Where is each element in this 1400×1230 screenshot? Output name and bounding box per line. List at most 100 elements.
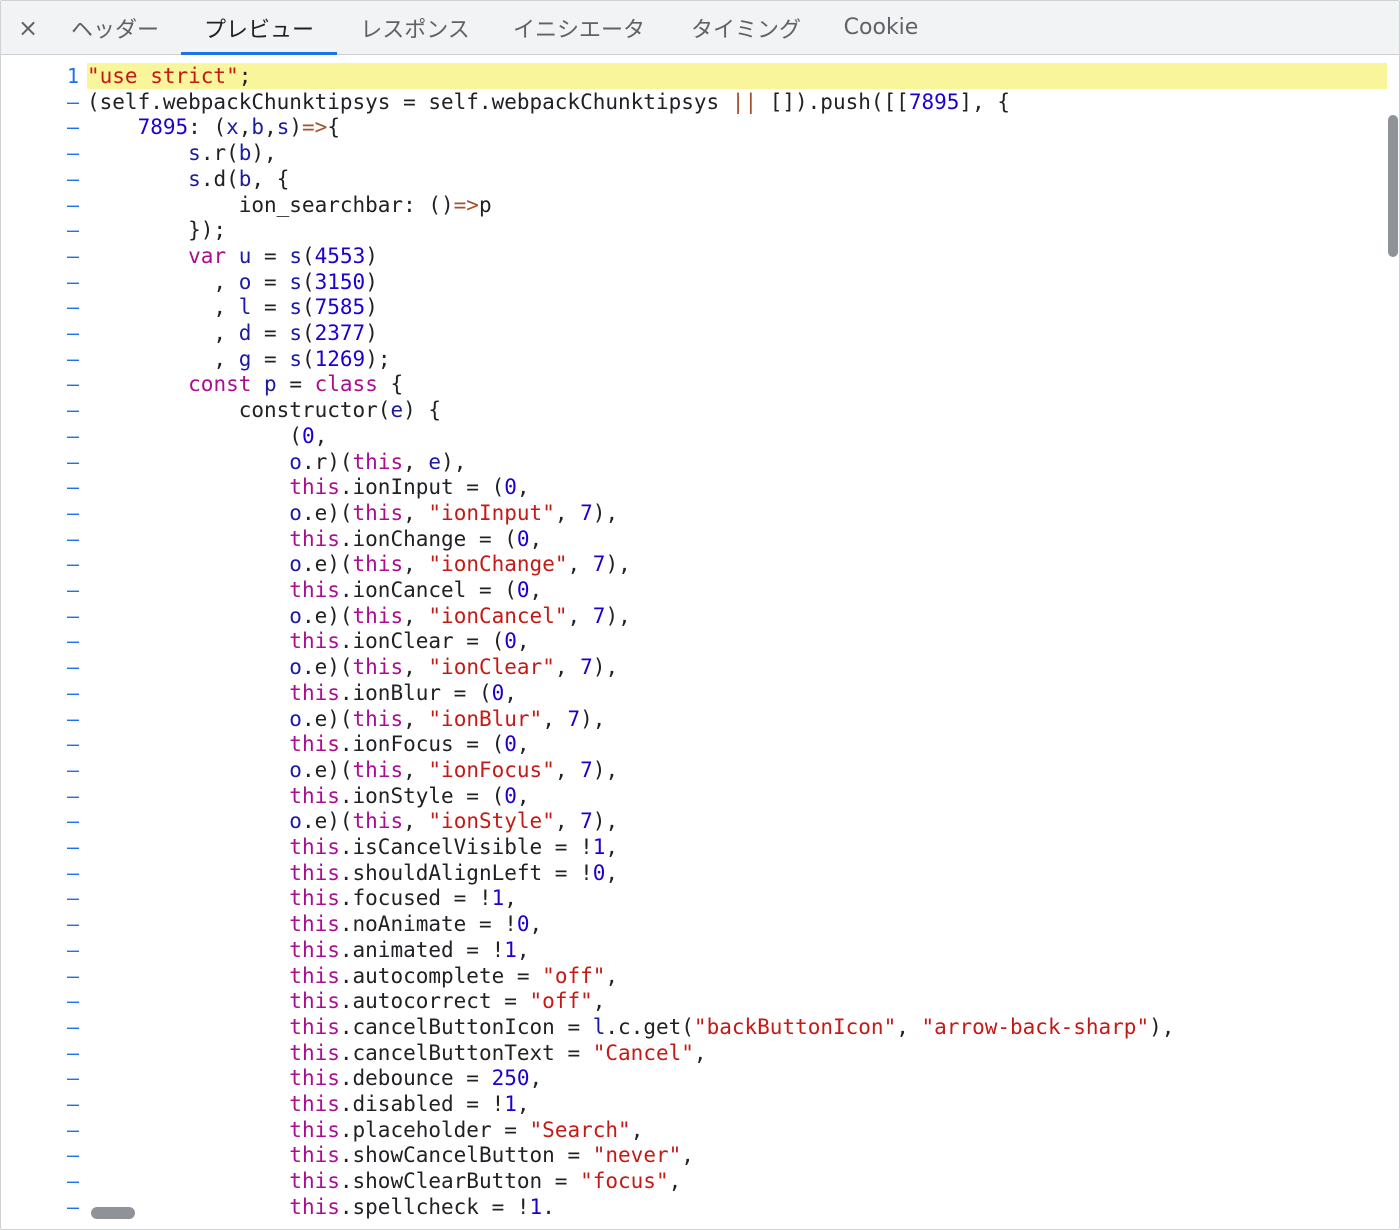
code-token: o — [289, 500, 302, 525]
line-number[interactable]: – — [57, 834, 79, 860]
code-token: ) — [365, 295, 378, 320]
tab-headers[interactable]: ヘッダー — [57, 1, 173, 54]
line-number[interactable]: – — [57, 551, 79, 577]
line-number[interactable]: – — [57, 757, 79, 783]
code-token: , — [264, 115, 277, 140]
code-token: , — [554, 500, 581, 525]
code-token: this — [289, 912, 340, 937]
code-token: .ionCancel = ( — [339, 578, 517, 602]
line-number[interactable]: – — [57, 1091, 79, 1117]
code-token: .e)( — [301, 500, 353, 525]
line-number[interactable]: – — [57, 963, 79, 989]
tab-cookie[interactable]: Cookie — [831, 1, 931, 54]
line-number[interactable]: – — [57, 269, 79, 295]
line-number[interactable]: – — [57, 526, 79, 552]
code-token: ), — [592, 757, 619, 782]
line-number[interactable]: – — [57, 1194, 79, 1220]
line-number[interactable]: – — [57, 500, 79, 526]
line-number[interactable]: – — [57, 449, 79, 475]
code-token: "never" — [592, 1143, 682, 1168]
tab-timing[interactable]: タイミング — [675, 1, 817, 54]
code-token: .e)( — [301, 706, 353, 731]
line-number[interactable]: – — [57, 911, 79, 937]
tab-response[interactable]: レスポンス — [347, 1, 483, 54]
code-token: , — [403, 603, 429, 628]
code-token: "Cancel" — [592, 1040, 694, 1065]
line-number[interactable]: – — [57, 294, 79, 320]
code-line: this.placeholder = "Search", — [87, 1117, 1387, 1143]
code-token: 0 — [504, 475, 517, 500]
code-token: "ionInput" — [428, 500, 555, 525]
line-number[interactable]: – — [57, 860, 79, 886]
line-number[interactable]: – — [57, 1014, 79, 1040]
line-number[interactable]: – — [57, 808, 79, 834]
line-number[interactable]: – — [57, 114, 79, 140]
line-number[interactable]: – — [57, 371, 79, 397]
line-number[interactable]: – — [57, 1040, 79, 1066]
line-number[interactable]: – — [57, 654, 79, 680]
code-line: (self.webpackChunktipsys = self.webpackC… — [87, 89, 1387, 115]
code-token: .cancelButtonText = — [339, 1040, 593, 1065]
line-number[interactable]: – — [57, 166, 79, 192]
line-number[interactable]: – — [57, 243, 79, 269]
line-number[interactable]: – — [57, 577, 79, 603]
line-number[interactable]: – — [57, 217, 79, 243]
line-number[interactable]: – — [57, 731, 79, 757]
code-token: = — [251, 269, 290, 294]
code-token: 0 — [516, 578, 530, 602]
line-number[interactable]: – — [57, 474, 79, 500]
line-number[interactable]: – — [57, 140, 79, 166]
code-token: this — [352, 449, 404, 474]
code-token: 0 — [491, 680, 505, 705]
close-icon[interactable]: × — [11, 11, 45, 45]
tab-preview[interactable]: プレビュー — [181, 1, 337, 55]
code-token: ( — [301, 269, 315, 294]
code-token: 7895 — [137, 115, 189, 140]
code-token: , — [896, 1014, 922, 1039]
code-viewer[interactable]: 1 "use strict"; – (self.webpackChunktipsys … — [1, 55, 1399, 1229]
code-token: 0 — [516, 912, 530, 937]
code-line: o.e)(this, "ionClear", 7), — [87, 654, 1387, 680]
line-number[interactable]: – — [57, 783, 79, 809]
code-token: o — [238, 269, 252, 294]
line-number[interactable]: – — [57, 1117, 79, 1143]
code-token: const — [188, 372, 252, 397]
line-number[interactable]: – — [57, 423, 79, 449]
code-token: ) { — [403, 398, 442, 423]
vertical-scrollbar[interactable] — [1387, 55, 1399, 1229]
line-number[interactable]: – — [57, 1142, 79, 1168]
line-number[interactable]: – — [57, 1168, 79, 1194]
line-number[interactable]: – — [57, 1065, 79, 1091]
vertical-scrollbar-thumb[interactable] — [1388, 115, 1398, 257]
line-number[interactable]: 1 — [57, 63, 79, 89]
code-token: "off" — [542, 963, 606, 988]
line-number[interactable]: – — [57, 628, 79, 654]
line-number[interactable]: – — [57, 397, 79, 423]
code-token: , — [567, 603, 593, 628]
line-number[interactable]: – — [57, 937, 79, 963]
line-number[interactable]: – — [57, 885, 79, 911]
line-number[interactable]: – — [57, 603, 79, 629]
line-number[interactable]: – — [57, 320, 79, 346]
line-number[interactable]: – — [57, 680, 79, 706]
horizontal-scrollbar-thumb[interactable] — [91, 1207, 135, 1219]
code-token: this — [352, 655, 404, 680]
code-token: .e)( — [301, 809, 353, 834]
line-number[interactable]: – — [57, 346, 79, 372]
tab-initiator[interactable]: イニシエータ — [497, 1, 661, 54]
code-token: .noAnimate = ! — [339, 912, 517, 937]
line-number[interactable]: – — [57, 89, 79, 115]
line-number[interactable]: – — [57, 192, 79, 218]
line-number[interactable]: – — [57, 988, 79, 1014]
code-line: o.e)(this, "ionBlur", 7), — [87, 706, 1387, 732]
code-token: this — [289, 475, 340, 500]
line-number[interactable]: – — [57, 706, 79, 732]
code-token: , — [630, 1117, 644, 1142]
code-line: , l = s(7585) — [87, 294, 1387, 320]
code-token: b — [251, 115, 265, 140]
code-token: , — [605, 860, 619, 885]
code-token: this — [289, 783, 340, 808]
